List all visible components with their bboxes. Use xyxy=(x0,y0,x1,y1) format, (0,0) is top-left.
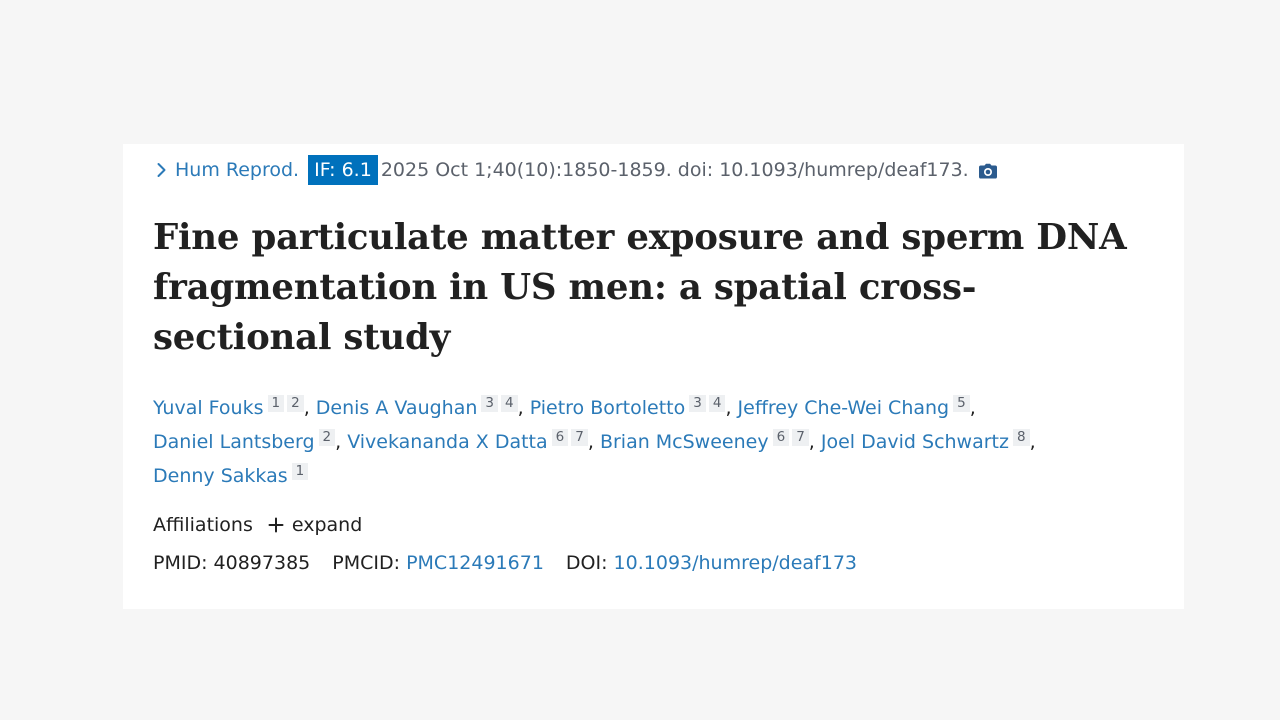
author-item: Yuval Fouks 1 2 xyxy=(153,395,304,419)
impact-factor-badge: IF: 6.1 xyxy=(308,155,378,185)
pmcid-block: PMCID: PMC12491671 xyxy=(332,552,544,574)
affiliation-ref[interactable]: 5 xyxy=(953,395,970,412)
affiliation-ref[interactable]: 4 xyxy=(501,395,518,412)
author-item: Joel David Schwartz 8 xyxy=(821,429,1030,453)
affiliation-ref[interactable]: 3 xyxy=(689,395,706,412)
doi-label: DOI: xyxy=(565,552,608,574)
author-item: Vivekananda X Datta 6 7 xyxy=(347,429,588,453)
author-item: Daniel Lantsberg 2 xyxy=(153,429,336,453)
affiliation-ref[interactable]: 2 xyxy=(318,429,336,446)
author-link[interactable]: Brian McSweeney xyxy=(600,431,769,453)
author-item: Jeffrey Che-Wei Chang 5 xyxy=(738,395,970,419)
citation-line: Hum Reprod. IF: 6.1 2025 Oct 1;40(10):18… xyxy=(153,155,998,185)
author-item: Denis A Vaughan 3 4 xyxy=(316,395,518,419)
article-card: Hum Reprod. IF: 6.1 2025 Oct 1;40(10):18… xyxy=(123,144,1184,609)
affiliation-ref[interactable]: 7 xyxy=(792,429,809,446)
author-item: Denny Sakkas 1 xyxy=(153,463,309,487)
citation-details: 2025 Oct 1;40(10):1850-1859. doi: 10.109… xyxy=(380,159,969,181)
affiliation-ref[interactable]: 4 xyxy=(708,395,726,412)
plus-icon xyxy=(268,517,284,533)
author-link[interactable]: Denny Sakkas xyxy=(153,465,288,487)
identifiers-row: PMID: 40897385 PMCID: PMC12491671 DOI: 1… xyxy=(153,548,879,578)
expand-label: expand xyxy=(291,514,363,536)
affiliation-ref[interactable]: 2 xyxy=(287,395,304,412)
author-link[interactable]: Daniel Lantsberg xyxy=(153,431,315,453)
expand-affiliations-button[interactable]: expand xyxy=(268,514,362,536)
pmid-label: PMID: xyxy=(153,552,208,574)
author-link[interactable]: Jeffrey Che-Wei Chang xyxy=(738,397,950,419)
chevron-right-icon[interactable] xyxy=(157,162,166,178)
author-link[interactable]: Yuval Fouks xyxy=(153,397,264,419)
article-title: Fine particulate matter exposure and spe… xyxy=(153,217,1127,358)
doi-link[interactable]: 10.1093/humrep/deaf173 xyxy=(614,552,857,574)
author-list: Yuval Fouks 1 2, Denis A Vaughan 3 4, Pietro… xyxy=(153,395,1036,487)
pmcid-link[interactable]: PMC12491671 xyxy=(406,552,544,574)
pmcid-label: PMCID: xyxy=(332,552,401,574)
affiliation-ref[interactable]: 1 xyxy=(291,463,309,480)
author-link[interactable]: Joel David Schwartz xyxy=(821,431,1009,453)
author-item: Brian McSweeney 6 7 xyxy=(600,429,809,453)
affiliations-label: Affiliations xyxy=(153,514,253,536)
camera-icon[interactable] xyxy=(978,163,998,179)
affiliation-ref[interactable]: 6 xyxy=(551,429,569,446)
affiliation-ref[interactable]: 8 xyxy=(1012,429,1030,446)
doi-block: DOI: 10.1093/humrep/deaf173 xyxy=(566,552,857,574)
affiliation-ref[interactable]: 7 xyxy=(571,429,588,446)
author-link[interactable]: Pietro Bortoletto xyxy=(530,397,686,419)
affiliations-toggle-row: Affiliations expand xyxy=(153,510,362,540)
pmid-block: PMID: 40897385 xyxy=(153,552,310,574)
author-link[interactable]: Denis A Vaughan xyxy=(316,397,478,419)
affiliation-ref[interactable]: 1 xyxy=(267,395,285,412)
author-item: Pietro Bortoletto 3 4 xyxy=(530,395,726,419)
author-link[interactable]: Vivekananda X Datta xyxy=(347,431,547,453)
pmid-value: 40897385 xyxy=(213,552,311,574)
journal-link[interactable]: Hum Reprod. xyxy=(175,159,299,181)
affiliation-ref[interactable]: 3 xyxy=(481,395,498,412)
affiliation-ref[interactable]: 6 xyxy=(772,429,790,446)
